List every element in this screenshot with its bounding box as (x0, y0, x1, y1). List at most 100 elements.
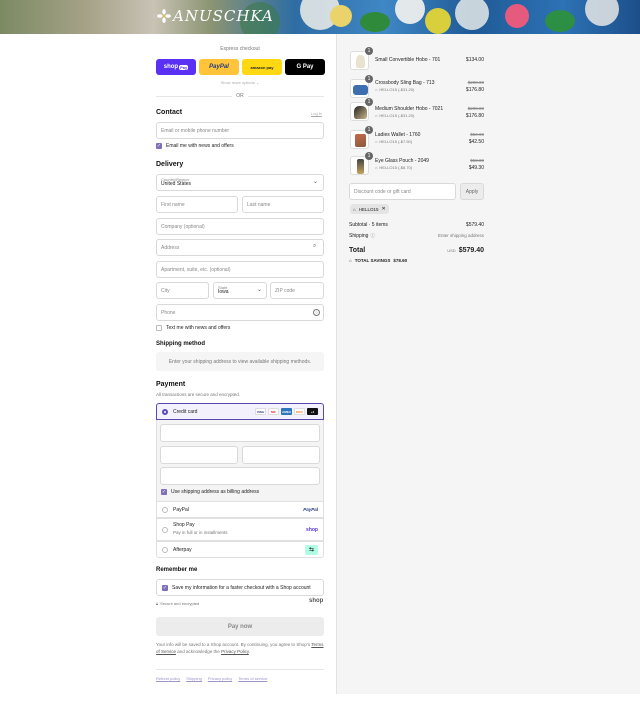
zip-field[interactable]: ZIP code (270, 282, 324, 299)
hero-banner: ANUSCHKA (0, 0, 640, 34)
total-amount: USD $579.40 (420, 247, 484, 254)
delivery-heading: Delivery (156, 161, 184, 168)
item-original-price: $208.00 (467, 80, 484, 85)
checkbox-checked[interactable]: ✓ (162, 584, 168, 591)
checkbox-unchecked[interactable] (156, 325, 162, 331)
state-value: Iowa (218, 288, 229, 295)
first-name-field[interactable]: First name (156, 196, 238, 213)
contact-heading: Contact (156, 109, 183, 116)
phone-field[interactable]: Phone (156, 304, 324, 321)
secure-label: Secure and encrypted (160, 601, 200, 606)
radio-unselected[interactable] (162, 526, 168, 533)
total-savings: ⌂ TOTAL SAVINGS $78.60 (349, 258, 407, 263)
terms-of-service-link[interactable]: Terms of service (238, 676, 267, 681)
legal-text: . (248, 649, 251, 655)
checkbox-checked[interactable]: ✓ (156, 143, 162, 149)
brand-logo[interactable]: ANUSCHKA (157, 7, 274, 25)
name-on-card-field[interactable] (160, 467, 320, 485)
item-name: Medium Shoulder Hobo - 7021 (375, 106, 444, 112)
item-name: Crossbody Sling Bag - 713 (375, 80, 435, 86)
tag-icon: ⌂ (375, 139, 378, 144)
credit-card-option[interactable]: Credit card VISA MC AMEX DISC +4 (156, 403, 324, 420)
quantity-badge: 1 (365, 75, 373, 83)
item-price: $176.80 (465, 113, 484, 119)
shipping-policy-link[interactable]: Shipping (186, 676, 202, 681)
show-more-options-link[interactable]: Show more options ⌄ (156, 80, 324, 85)
remember-me-heading: Remember me (156, 567, 198, 573)
item-discount: ⌂ HELLO15 (-$7.50) (375, 139, 412, 144)
city-field[interactable]: City (156, 282, 209, 299)
quantity-badge: 1 (365, 152, 373, 160)
flower-icon (157, 9, 171, 23)
savings-label: TOTAL SAVINGS (354, 258, 391, 263)
credit-card-label: Credit card (173, 408, 198, 415)
checkbox-checked[interactable]: ✓ (161, 489, 167, 495)
savings-value: $78.60 (393, 258, 408, 263)
chevron-down-icon: ⌄ (257, 287, 263, 293)
more-cards-icon: +4 (307, 408, 318, 415)
shop-pay-logo-icon: shop (306, 526, 318, 533)
info-icon[interactable]: ⓘ (370, 233, 375, 239)
login-link[interactable]: Log in (311, 111, 322, 116)
applied-discount-tag: ⌂ HELLO15 ✕ (350, 204, 389, 214)
privacy-link[interactable]: Privacy Policy (221, 649, 249, 654)
shipping-row: Shipping ⓘ (349, 233, 375, 239)
discount-code-field[interactable]: Discount code or gift card (349, 183, 456, 200)
email-field[interactable]: Email or mobile phone number (156, 122, 324, 139)
radio-unselected[interactable] (162, 546, 168, 553)
save-info-checkbox-row[interactable]: ✓ Save my information for a faster check… (156, 579, 324, 596)
afterpay-label: Afterpay (173, 546, 192, 553)
afterpay-logo-icon: ⇆ (305, 544, 318, 555)
total-label: Total (349, 247, 366, 254)
tag-icon: ⌂ (353, 206, 356, 212)
company-field[interactable]: Company (optional) (156, 218, 324, 235)
shipping-method-heading: Shipping method (156, 341, 205, 347)
shipping-method-notice: Enter your shipping address to view avai… (156, 352, 324, 371)
text-news-label: Text me with news and offers (166, 325, 231, 331)
shop-pay-option[interactable]: Shop Pay Pay in full or in installments … (156, 518, 324, 541)
radio-unselected[interactable] (162, 506, 168, 513)
email-news-label: Email me with news and offers (166, 143, 234, 149)
email-news-checkbox-row[interactable]: ✓ Email me with news and offers (156, 143, 234, 149)
apartment-field[interactable]: Apartment, suite, etc. (optional) (156, 261, 324, 278)
item-price: $49.30 (468, 165, 484, 171)
refund-policy-link[interactable]: Refund policy (156, 676, 180, 681)
shop-pay-button[interactable]: shop Pay (156, 59, 196, 75)
afterpay-option[interactable]: Afterpay ⇆ (156, 541, 324, 558)
pay-now-button[interactable]: Pay now (156, 617, 324, 636)
paypal-option[interactable]: PayPal PayPal (156, 501, 324, 518)
amex-icon: AMEX (281, 408, 292, 415)
billing-same-checkbox-row[interactable]: ✓ Use shipping address as billing addres… (161, 489, 259, 495)
google-pay-button[interactable]: G Pay (285, 59, 325, 75)
or-divider-label: OR (232, 93, 248, 99)
divider (156, 669, 324, 670)
item-discount-code: HELLO15 (-$8.70) (379, 165, 413, 170)
amazon-pay-button[interactable]: amazon pay (242, 59, 282, 75)
quantity-badge: 1 (365, 47, 373, 55)
item-discount: ⌂ HELLO15 (-$8.70) (375, 165, 412, 170)
visa-icon: VISA (255, 408, 266, 415)
paypal-label: PayPal (173, 506, 189, 513)
express-title: Express checkout (220, 46, 260, 52)
address-field[interactable]: Address (156, 239, 324, 256)
paypal-express-button[interactable]: PayPal (199, 59, 239, 75)
mastercard-icon: MC (268, 408, 279, 415)
lock-icon: 🔒︎ (156, 601, 159, 606)
item-price: $42.50 (468, 139, 484, 145)
apply-button[interactable]: Apply (460, 183, 484, 200)
last-name-field[interactable]: Last name (242, 196, 324, 213)
card-number-field[interactable] (160, 424, 320, 442)
help-icon[interactable]: ? (313, 309, 320, 316)
item-original-price: $208.00 (467, 106, 484, 111)
remove-discount-icon[interactable]: ✕ (381, 206, 385, 212)
address-placeholder: Address (161, 244, 180, 251)
security-code-field[interactable] (242, 446, 320, 464)
text-news-checkbox-row[interactable]: Text me with news and offers (156, 325, 230, 331)
privacy-policy-link[interactable]: Privacy policy (208, 676, 232, 681)
brand-name: ANUSCHKA (173, 7, 274, 25)
radio-selected[interactable] (162, 408, 168, 415)
country-select[interactable]: Country/Region United States (156, 174, 324, 191)
tag-icon: ⌂ (349, 258, 352, 263)
payment-subtitle: All transactions are secure and encrypte… (156, 392, 241, 397)
expiration-field[interactable] (160, 446, 238, 464)
